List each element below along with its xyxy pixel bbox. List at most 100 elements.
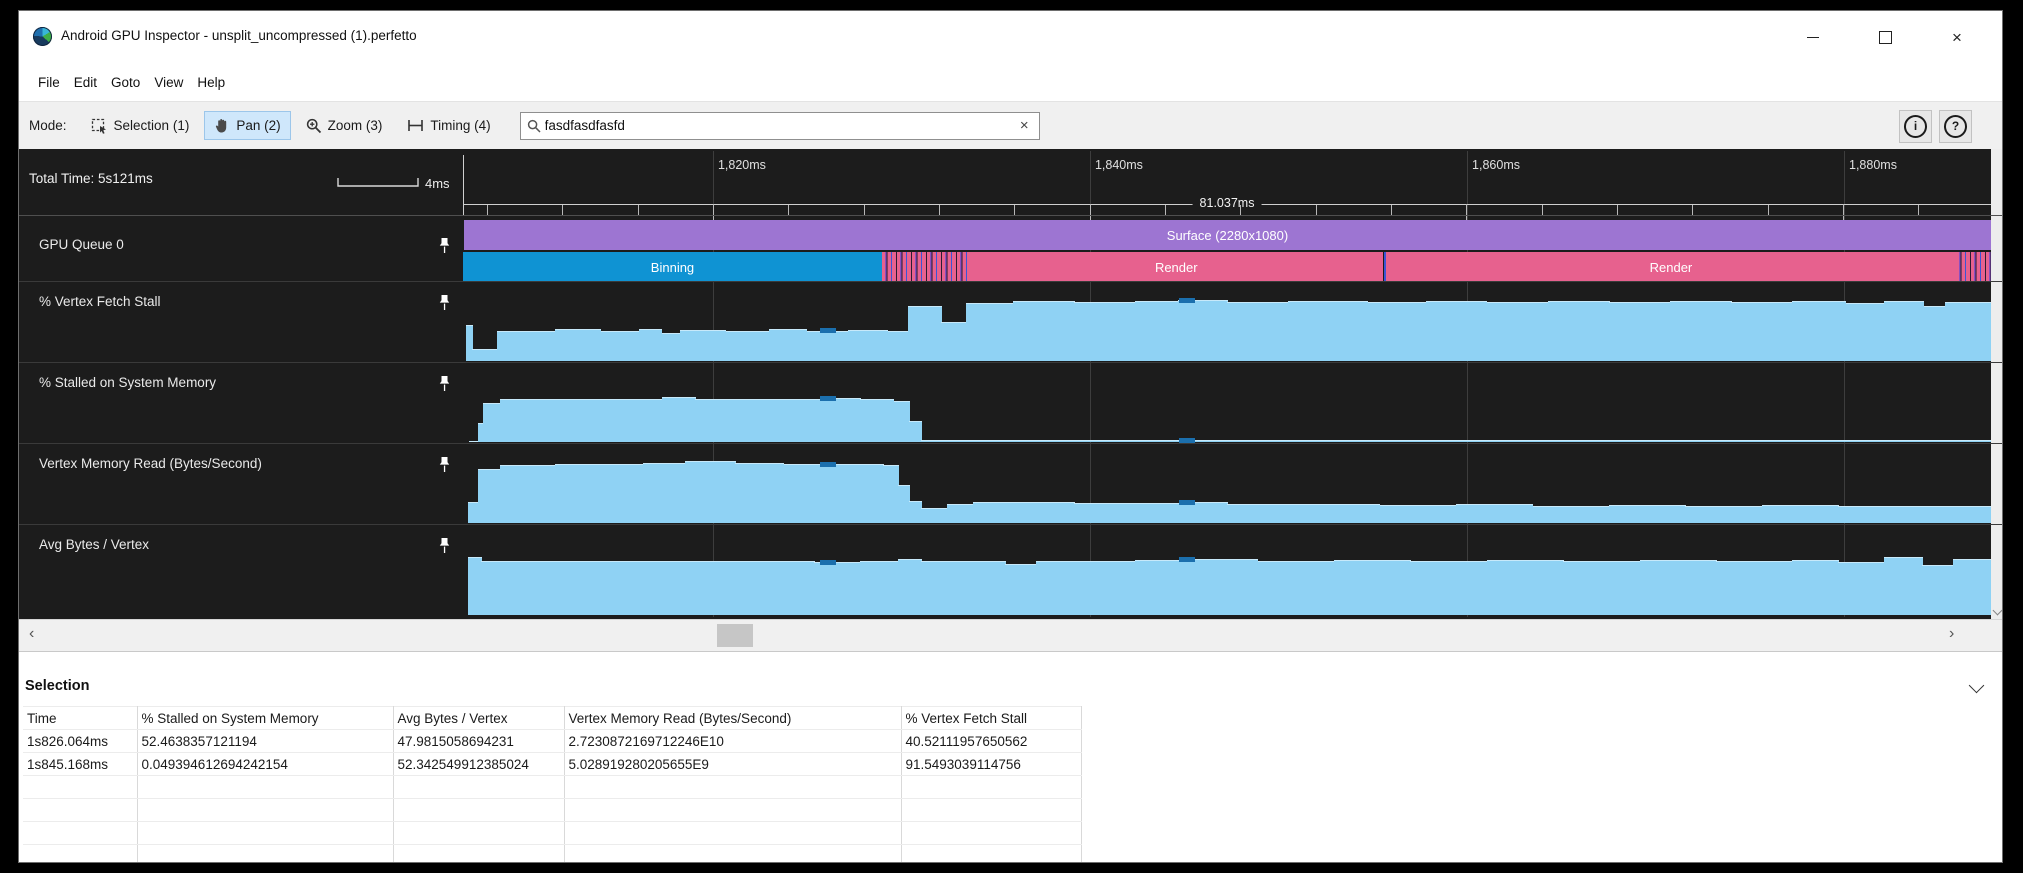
chart-area-step	[616, 464, 644, 523]
chart-area-step	[769, 399, 825, 442]
info-button[interactable]: i	[1899, 110, 1932, 143]
chart-area-step	[1670, 301, 1732, 361]
search-input-box[interactable]: ×	[520, 112, 1040, 140]
search-clear-icon[interactable]: ×	[1016, 118, 1033, 133]
menu-item-help[interactable]: Help	[190, 72, 232, 93]
chart-area-step	[848, 330, 888, 361]
close-button[interactable]: ×	[1934, 11, 1980, 63]
chart-area-step	[1609, 302, 1671, 361]
scroll-left-icon[interactable]: ‹	[29, 626, 34, 642]
chart-area-step	[1227, 504, 1289, 523]
table-row-empty[interactable]	[23, 822, 1081, 845]
search-input[interactable]	[541, 118, 1016, 133]
table-row[interactable]: 1s845.168ms0.04939461269424215452.342549…	[23, 753, 1081, 776]
pin-icon[interactable]	[439, 375, 450, 397]
chart-area-step	[947, 504, 974, 523]
ruler-tick	[487, 205, 488, 215]
menu-item-edit[interactable]: Edit	[67, 72, 104, 93]
table-cell: 91.5493039114756	[901, 753, 1081, 776]
mode-button-selection[interactable]: Selection (1)	[81, 112, 200, 140]
chart-area-step	[921, 508, 948, 523]
track-label-4: Avg Bytes / Vertex	[39, 537, 149, 552]
chart-area-step	[921, 561, 1006, 615]
table-row-empty[interactable]	[23, 799, 1081, 822]
chart-area-step	[814, 562, 860, 615]
gpu-slice-fragments[interactable]	[882, 252, 969, 282]
timeline-plot-area[interactable]: 1,820ms1,840ms1,860ms1,880ms81.037msSurf…	[463, 149, 1991, 619]
ruler-tick	[788, 205, 789, 215]
chart-area-step	[1846, 303, 1885, 361]
maximize-button[interactable]	[1862, 11, 1908, 63]
ruler-tick	[1692, 205, 1693, 215]
help-button[interactable]: ?	[1939, 110, 1972, 143]
chart-area-step	[500, 399, 556, 442]
minimize-button[interactable]	[1790, 11, 1836, 63]
chart-area-step	[680, 330, 726, 361]
close-icon: ×	[1952, 29, 1962, 46]
chart-area-step	[662, 333, 681, 361]
mode-button-zoom[interactable]: Zoom (3)	[296, 112, 393, 140]
menu-item-view[interactable]: View	[147, 72, 190, 93]
maximize-icon	[1879, 31, 1892, 44]
chart-area-step	[1899, 506, 1945, 523]
table-cell	[137, 845, 393, 864]
chart-area-step	[1792, 301, 1846, 361]
ruler-tick	[1617, 205, 1618, 215]
table-cell: 52.4638357121194	[137, 730, 393, 753]
pin-icon[interactable]	[439, 537, 450, 559]
collapse-panel-icon[interactable]	[1969, 678, 1985, 694]
selected-sample-marker	[820, 560, 836, 565]
chart-area-step	[1731, 302, 1793, 361]
gpu-slice-fragments[interactable]	[1956, 252, 1991, 282]
chart-area-step	[1074, 302, 1136, 361]
gpu-slice-binning[interactable]: Binning	[463, 252, 882, 282]
scrollbar-thumb[interactable]	[717, 624, 753, 647]
table-row-empty[interactable]	[23, 845, 1081, 864]
gpu-slice-render[interactable]: Render	[1386, 252, 1956, 282]
chart-area-step	[1227, 302, 1289, 361]
chart-area-step	[735, 463, 784, 523]
chart-area-step	[1135, 301, 1178, 361]
ruler-time-label: 1,860ms	[1472, 158, 1520, 172]
scroll-right-icon[interactable]: ›	[1949, 626, 1954, 642]
chart-area-step	[1187, 559, 1258, 615]
app-icon	[33, 27, 52, 46]
track-label-0: GPU Queue 0	[39, 237, 124, 252]
menu-item-file[interactable]: File	[31, 72, 67, 93]
mode-button-pan[interactable]: Pan (2)	[204, 111, 290, 140]
column-header: Vertex Memory Read (Bytes/Second)	[564, 707, 901, 730]
time-scale-widget: 4ms	[337, 173, 450, 188]
gpu-surface-slice[interactable]: Surface (2280x1080)	[464, 220, 1991, 250]
timing-mode-icon	[407, 118, 424, 133]
selected-sample-marker	[1179, 557, 1195, 562]
table-row[interactable]: 1s826.064ms52.463835712119447.9815058694…	[23, 730, 1081, 753]
chart-area-step	[726, 331, 769, 361]
menu-item-goto[interactable]: Goto	[104, 72, 147, 93]
vertical-scrollbar[interactable]	[1991, 149, 2003, 619]
track-label-1: % Vertex Fetch Stall	[39, 294, 161, 309]
pin-icon[interactable]	[439, 294, 450, 316]
pin-icon[interactable]	[439, 237, 450, 259]
info-icon: i	[1904, 115, 1927, 138]
chart-area-step	[1953, 559, 1991, 615]
selection-table: Time% Stalled on System MemoryAvg Bytes …	[23, 706, 1082, 863]
chart-area-step	[500, 465, 556, 523]
horizontal-scrollbar[interactable]: ‹ ›	[19, 619, 2003, 651]
ruler-tick	[1391, 205, 1392, 215]
table-row-empty[interactable]	[23, 776, 1081, 799]
chart-area-step	[601, 331, 640, 361]
selection-panel: Selection Time% Stalled on System Memory…	[19, 651, 2003, 862]
chart-area-step	[1288, 504, 1380, 523]
chart-area-step	[695, 399, 769, 442]
ruler-tick	[1768, 205, 1769, 215]
chart-area-step	[555, 399, 663, 442]
pin-icon[interactable]	[439, 456, 450, 478]
mode-button-timing[interactable]: Timing (4)	[397, 112, 500, 139]
chart-area-step	[1884, 301, 1924, 361]
timeline-panel[interactable]: Total Time: 5s121ms 4ms GPU Queue 0% Ver…	[19, 149, 2003, 619]
chart-area-step	[1838, 506, 1900, 523]
chart-area-step	[909, 421, 922, 442]
selected-sample-marker	[1179, 438, 1195, 443]
table-cell	[901, 799, 1081, 822]
gpu-slice-render[interactable]: Render	[969, 252, 1383, 282]
